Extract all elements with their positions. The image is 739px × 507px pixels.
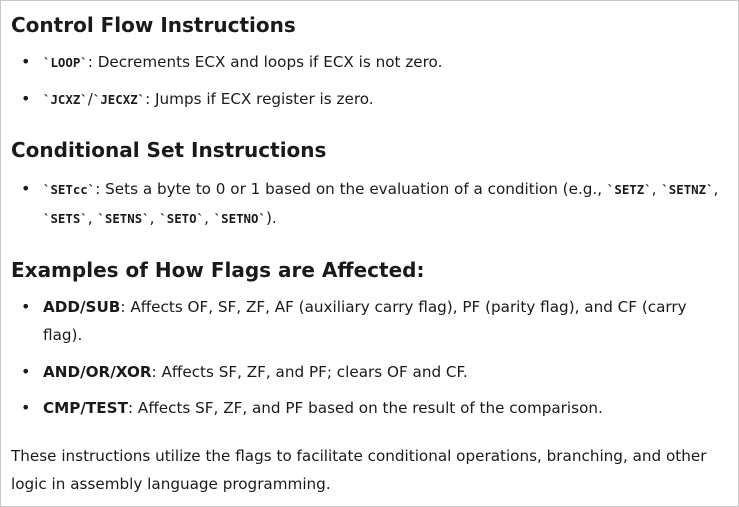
code-setcc: `SETcc` [43, 182, 96, 197]
add-sub-description: : Affects OF, SF, ZF, AF (auxiliary carr… [43, 298, 687, 344]
code-setno: `SETNO` [213, 211, 266, 226]
code-seto: `SETO` [159, 211, 205, 226]
loop-description: : Decrements ECX and loops if ECX is not… [87, 53, 443, 71]
term-add-sub: ADD/SUB [43, 298, 121, 316]
conclusion-paragraph: These instructions utilize the flags to … [11, 447, 707, 493]
term-cmp-test: CMP/TEST [43, 399, 128, 417]
separator: , [204, 209, 214, 227]
and-or-xor-description: : Affects SF, ZF, and PF; clears OF and … [151, 363, 468, 381]
conditional-set-list: `SETcc`: Sets a byte to 0 or 1 based on … [11, 175, 728, 233]
list-item-cmp-test: CMP/TEST: Affects SF, ZF, and PF based o… [11, 394, 728, 422]
list-item-loop: `LOOP`: Decrements ECX and loops if ECX … [11, 48, 728, 77]
list-item-add-sub: ADD/SUB: Affects OF, SF, ZF, AF (auxilia… [11, 293, 728, 349]
separator: , [651, 180, 662, 198]
heading-flags-affected: Examples of How Flags are Affected: [11, 258, 425, 282]
separator: , [87, 209, 98, 227]
jcxz-description: : Jumps if ECX register is zero. [145, 90, 374, 108]
term-and-or-xor: AND/OR/XOR [43, 363, 152, 381]
code-jcxz: `JCXZ` [43, 92, 88, 107]
list-item-jcxz: `JCXZ`/`JECXZ`: Jumps if ECX register is… [11, 85, 728, 114]
cmp-test-description: : Affects SF, ZF, and PF based on the re… [127, 399, 603, 417]
heading-conditional-set: Conditional Set Instructions [11, 138, 327, 162]
flags-list: ADD/SUB: Affects OF, SF, ZF, AF (auxilia… [11, 293, 728, 422]
document-page: Control Flow Instructions `LOOP`: Decrem… [0, 0, 739, 507]
setcc-close: ). [265, 209, 277, 227]
control-flow-list: `LOOP`: Decrements ECX and loops if ECX … [11, 48, 728, 114]
setcc-description: : Sets a byte to 0 or 1 based on the eva… [95, 180, 607, 198]
code-setz: `SETZ` [606, 182, 652, 197]
heading-control-flow: Control Flow Instructions [11, 13, 296, 37]
code-loop: `LOOP` [43, 55, 88, 70]
separator: , [713, 180, 719, 198]
code-setnz: `SETNZ` [661, 182, 714, 197]
code-jecxz: `JECXZ` [92, 92, 146, 107]
separator: , [149, 209, 160, 227]
list-item-setcc: `SETcc`: Sets a byte to 0 or 1 based on … [11, 175, 728, 233]
list-item-and-or-xor: AND/OR/XOR: Affects SF, ZF, and PF; clea… [11, 358, 728, 386]
code-sets: `SETS` [43, 211, 88, 226]
code-setns: `SETNS` [97, 211, 150, 226]
